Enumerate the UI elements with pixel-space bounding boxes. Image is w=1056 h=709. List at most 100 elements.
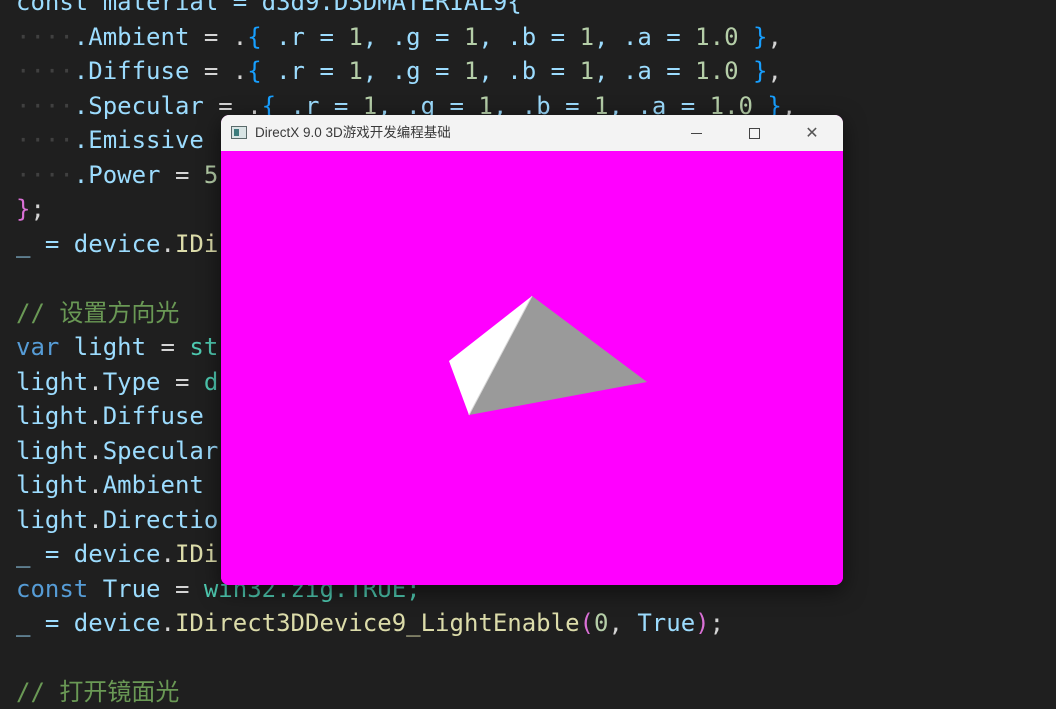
code-token: ···· (16, 22, 74, 51)
code-token: .r = (261, 22, 349, 51)
code-token: light (59, 333, 147, 361)
code-token: = . (189, 22, 248, 51)
code-line[interactable]: _ = device.IDi (16, 227, 218, 261)
code-token: d (203, 367, 219, 396)
code-token: Diffuse (102, 402, 204, 430)
code-token: 1.0 (695, 22, 739, 51)
code-token: , (767, 57, 782, 85)
code-token: 1 (579, 22, 595, 51)
code-token: device (73, 540, 161, 568)
code-token: , (767, 22, 782, 51)
minimize-button[interactable] (667, 115, 725, 151)
code-token: 1.0 (695, 57, 739, 85)
code-token: , (608, 609, 638, 637)
code-token: ···· (16, 160, 74, 189)
code-token: = . (189, 57, 248, 85)
code-token: 1 (348, 57, 363, 85)
code-token: . (88, 505, 103, 534)
code-token: ···· (16, 91, 74, 120)
code-token: 1 (348, 22, 363, 51)
code-token: ···· (16, 57, 74, 85)
code-token: light (16, 436, 89, 465)
code-token: var (16, 333, 60, 361)
code-token: . (88, 402, 103, 430)
close-button[interactable]: ✕ (783, 115, 841, 151)
code-token: , .g = (362, 22, 464, 51)
code-token: light (16, 505, 89, 534)
code-token: 1 (463, 22, 479, 51)
code-token: . (88, 367, 103, 396)
code-line[interactable]: // 设置方向光 (16, 296, 179, 330)
code-token: , .b = (478, 22, 580, 51)
code-token: 5 (203, 160, 219, 189)
code-token: True (637, 609, 696, 637)
code-token: Ambient (102, 471, 204, 499)
code-token: Directio (102, 505, 219, 534)
code-token: = (160, 160, 204, 189)
window-titlebar[interactable]: DirectX 9.0 3D游戏开发编程基础 ✕ (221, 115, 843, 152)
code-line[interactable]: // 打开镜面光 (16, 675, 179, 709)
maximize-icon (748, 128, 760, 139)
code-token: _ = (16, 609, 74, 637)
code-token: light (16, 471, 89, 499)
code-token: = (160, 574, 204, 603)
scene-canvas (449, 295, 647, 416)
code-token: { (247, 22, 262, 51)
code-token: IDi (174, 229, 219, 258)
code-token: st (189, 333, 219, 361)
render-viewport[interactable] (221, 151, 843, 585)
code-token: device (73, 229, 161, 258)
maximize-button[interactable] (725, 115, 783, 151)
code-token: . (88, 436, 103, 465)
code-token: IDirect3DDevice9_LightEnable (174, 609, 580, 637)
code-token: True (88, 574, 161, 603)
code-token: . (160, 229, 175, 258)
code-token: { (247, 57, 262, 85)
directx-window[interactable]: DirectX 9.0 3D游戏开发编程基础 ✕ (221, 115, 843, 585)
code-token: = (160, 367, 204, 396)
code-line[interactable]: }; (16, 192, 45, 226)
code-line[interactable]: _ = device.IDirect3DDevice9_LightEnable(… (16, 606, 724, 640)
code-token: _ = (16, 540, 74, 568)
code-token: .Specular (73, 91, 204, 120)
code-token: const (16, 574, 89, 603)
code-token: . (160, 540, 175, 568)
code-token: 0 (593, 609, 609, 637)
code-token: . (160, 609, 175, 637)
code-token: // 打开镜面光 (16, 678, 180, 706)
code-token: const material = d3d9.D3DMATERIAL9{ (16, 0, 522, 16)
code-token: ) (695, 609, 710, 637)
code-token: } (16, 195, 31, 223)
code-token: 1 (463, 57, 479, 85)
code-token: Specular (102, 436, 219, 465)
code-token: .r = (261, 57, 349, 85)
app-icon (231, 126, 247, 139)
code-token: , .b = (478, 57, 580, 85)
code-token: 1 (579, 57, 595, 85)
code-token: .Diffuse (73, 57, 190, 85)
close-icon: ✕ (805, 123, 819, 142)
code-token: , .a = (594, 22, 696, 51)
code-line[interactable]: light.Type = d (16, 365, 218, 399)
code-token: ; (709, 609, 725, 637)
code-line[interactable]: ····.Emissive (16, 123, 204, 157)
code-token: = (146, 333, 190, 361)
minimize-icon (690, 133, 702, 134)
code-token: IDi (174, 540, 219, 568)
code-token: ···· (16, 126, 74, 154)
code-line[interactable]: ····.Diffuse = .{ .r = 1, .g = 1, .b = 1… (16, 54, 782, 88)
code-line[interactable]: const material = d3d9.D3DMATERIAL9{ (16, 0, 522, 19)
code-line[interactable]: light.Directio (16, 503, 218, 537)
code-token: } (738, 22, 768, 51)
code-line[interactable]: var light = st (16, 330, 218, 364)
code-token: . (88, 471, 103, 499)
code-token: light (16, 402, 89, 430)
code-token: , .g = (362, 57, 464, 85)
code-line[interactable]: _ = device.IDi (16, 537, 218, 571)
code-token: .Power (73, 160, 161, 189)
code-line[interactable]: ····.Power = 5 (16, 158, 218, 192)
code-token: ( (579, 609, 594, 637)
code-token: _ = (16, 229, 74, 258)
code-token: // 设置方向光 (16, 298, 180, 327)
code-line[interactable]: ····.Ambient = .{ .r = 1, .g = 1, .b = 1… (16, 20, 782, 54)
